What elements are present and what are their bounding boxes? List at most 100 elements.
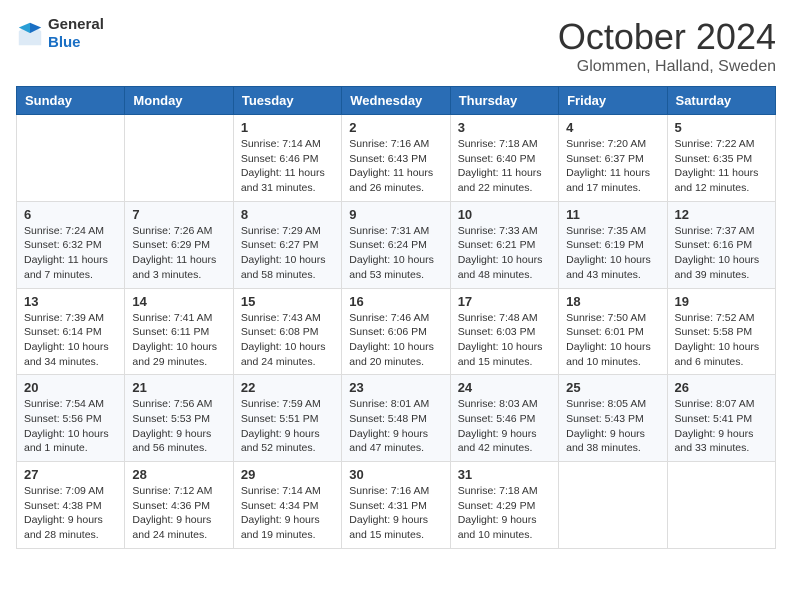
day-info: Sunrise: 7:37 AM Sunset: 6:16 PM Dayligh… (675, 224, 768, 283)
day-number: 3 (458, 120, 551, 135)
day-info: Sunrise: 7:22 AM Sunset: 6:35 PM Dayligh… (675, 137, 768, 196)
calendar-cell (125, 115, 233, 202)
day-info: Sunrise: 7:35 AM Sunset: 6:19 PM Dayligh… (566, 224, 659, 283)
day-number: 8 (241, 207, 334, 222)
calendar-cell: 1 Sunrise: 7:14 AM Sunset: 6:46 PM Daylig… (233, 115, 341, 202)
calendar-week-row: 27 Sunrise: 7:09 AM Sunset: 4:38 PM Dayli… (17, 462, 776, 549)
day-info: Sunrise: 7:18 AM Sunset: 6:40 PM Dayligh… (458, 137, 551, 196)
day-number: 20 (24, 380, 117, 395)
calendar-cell: 7 Sunrise: 7:26 AM Sunset: 6:29 PM Daylig… (125, 201, 233, 288)
day-info: Sunrise: 7:12 AM Sunset: 4:36 PM Dayligh… (132, 484, 225, 543)
day-info: Sunrise: 7:59 AM Sunset: 5:51 PM Dayligh… (241, 397, 334, 456)
calendar-cell: 17Sunrise: 7:48 AM Sunset: 6:03 PM Dayli… (450, 288, 558, 375)
calendar-cell: 27 Sunrise: 7:09 AM Sunset: 4:38 PM Dayli… (17, 462, 125, 549)
day-info: Sunrise: 7:41 AM Sunset: 6:11 PM Dayligh… (132, 311, 225, 370)
calendar-cell: 19Sunrise: 7:52 AM Sunset: 5:58 PM Dayli… (667, 288, 775, 375)
calendar-cell: 15Sunrise: 7:43 AM Sunset: 6:08 PM Dayli… (233, 288, 341, 375)
weekday-header-tuesday: Tuesday (233, 87, 341, 115)
calendar-cell: 13Sunrise: 7:39 AM Sunset: 6:14 PM Dayli… (17, 288, 125, 375)
day-info: Sunrise: 7:54 AM Sunset: 5:56 PM Dayligh… (24, 397, 117, 456)
calendar-week-row: 20 Sunrise: 7:54 AM Sunset: 5:56 PM Dayli… (17, 375, 776, 462)
day-info: Sunrise: 7:24 AM Sunset: 6:32 PM Dayligh… (24, 224, 117, 283)
page-header: General Blue October 2024 Glommen, Halla… (16, 16, 776, 76)
calendar-cell: 31 Sunrise: 7:18 AM Sunset: 4:29 PM Dayli… (450, 462, 558, 549)
day-info: Sunrise: 7:31 AM Sunset: 6:24 PM Dayligh… (349, 224, 442, 283)
day-number: 21 (132, 380, 225, 395)
calendar-cell: 28 Sunrise: 7:12 AM Sunset: 4:36 PM Dayli… (125, 462, 233, 549)
day-info: Sunrise: 7:48 AM Sunset: 6:03 PM Dayligh… (458, 311, 551, 370)
calendar-cell (667, 462, 775, 549)
day-number: 30 (349, 467, 442, 482)
calendar-cell (559, 462, 667, 549)
weekday-header-saturday: Saturday (667, 87, 775, 115)
day-info: Sunrise: 8:05 AM Sunset: 5:43 PM Dayligh… (566, 397, 659, 456)
day-info: Sunrise: 7:46 AM Sunset: 6:06 PM Dayligh… (349, 311, 442, 370)
calendar-cell: 3 Sunrise: 7:18 AM Sunset: 6:40 PM Daylig… (450, 115, 558, 202)
day-info: Sunrise: 7:52 AM Sunset: 5:58 PM Dayligh… (675, 311, 768, 370)
day-info: Sunrise: 7:16 AM Sunset: 6:43 PM Dayligh… (349, 137, 442, 196)
calendar-cell: 26 Sunrise: 8:07 AM Sunset: 5:41 PM Dayli… (667, 375, 775, 462)
calendar-cell: 16Sunrise: 7:46 AM Sunset: 6:06 PM Dayli… (342, 288, 450, 375)
calendar-cell: 2 Sunrise: 7:16 AM Sunset: 6:43 PM Daylig… (342, 115, 450, 202)
calendar-week-row: 6 Sunrise: 7:24 AM Sunset: 6:32 PM Daylig… (17, 201, 776, 288)
day-number: 31 (458, 467, 551, 482)
location: Glommen, Halland, Sweden (558, 58, 776, 76)
calendar-cell: 10 Sunrise: 7:33 AM Sunset: 6:21 PM Dayli… (450, 201, 558, 288)
weekday-header-friday: Friday (559, 87, 667, 115)
day-number: 24 (458, 380, 551, 395)
day-number: 14 (132, 294, 225, 309)
day-number: 25 (566, 380, 659, 395)
day-number: 10 (458, 207, 551, 222)
day-number: 4 (566, 120, 659, 135)
day-number: 13 (24, 294, 117, 309)
weekday-header-wednesday: Wednesday (342, 87, 450, 115)
day-number: 28 (132, 467, 225, 482)
calendar-cell: 30 Sunrise: 7:16 AM Sunset: 4:31 PM Dayli… (342, 462, 450, 549)
day-info: Sunrise: 7:14 AM Sunset: 6:46 PM Dayligh… (241, 137, 334, 196)
day-info: Sunrise: 7:56 AM Sunset: 5:53 PM Dayligh… (132, 397, 225, 456)
day-number: 23 (349, 380, 442, 395)
day-number: 29 (241, 467, 334, 482)
day-info: Sunrise: 7:09 AM Sunset: 4:38 PM Dayligh… (24, 484, 117, 543)
day-number: 9 (349, 207, 442, 222)
calendar-cell: 25 Sunrise: 8:05 AM Sunset: 5:43 PM Dayli… (559, 375, 667, 462)
calendar-cell: 11 Sunrise: 7:35 AM Sunset: 6:19 PM Dayli… (559, 201, 667, 288)
title-block: October 2024 Glommen, Halland, Sweden (558, 16, 776, 76)
logo: General Blue (16, 16, 104, 52)
day-info: Sunrise: 7:14 AM Sunset: 4:34 PM Dayligh… (241, 484, 334, 543)
day-info: Sunrise: 7:26 AM Sunset: 6:29 PM Dayligh… (132, 224, 225, 283)
day-number: 12 (675, 207, 768, 222)
calendar-cell: 8Sunrise: 7:29 AM Sunset: 6:27 PM Daylig… (233, 201, 341, 288)
day-info: Sunrise: 7:33 AM Sunset: 6:21 PM Dayligh… (458, 224, 551, 283)
calendar-cell: 23 Sunrise: 8:01 AM Sunset: 5:48 PM Dayli… (342, 375, 450, 462)
day-number: 7 (132, 207, 225, 222)
day-number: 2 (349, 120, 442, 135)
calendar-cell: 12 Sunrise: 7:37 AM Sunset: 6:16 PM Dayli… (667, 201, 775, 288)
month-title: October 2024 (558, 16, 776, 58)
day-number: 26 (675, 380, 768, 395)
day-info: Sunrise: 8:07 AM Sunset: 5:41 PM Dayligh… (675, 397, 768, 456)
weekday-header-thursday: Thursday (450, 87, 558, 115)
calendar-cell (17, 115, 125, 202)
day-info: Sunrise: 7:18 AM Sunset: 4:29 PM Dayligh… (458, 484, 551, 543)
day-number: 15 (241, 294, 334, 309)
calendar-cell: 14 Sunrise: 7:41 AM Sunset: 6:11 PM Dayli… (125, 288, 233, 375)
day-number: 22 (241, 380, 334, 395)
day-number: 27 (24, 467, 117, 482)
day-info: Sunrise: 7:16 AM Sunset: 4:31 PM Dayligh… (349, 484, 442, 543)
calendar-table: SundayMondayTuesdayWednesdayThursdayFrid… (16, 86, 776, 549)
calendar-cell: 20 Sunrise: 7:54 AM Sunset: 5:56 PM Dayli… (17, 375, 125, 462)
calendar-week-row: 1 Sunrise: 7:14 AM Sunset: 6:46 PM Daylig… (17, 115, 776, 202)
calendar-week-row: 13Sunrise: 7:39 AM Sunset: 6:14 PM Dayli… (17, 288, 776, 375)
calendar-cell: 9 Sunrise: 7:31 AM Sunset: 6:24 PM Daylig… (342, 201, 450, 288)
day-number: 6 (24, 207, 117, 222)
day-info: Sunrise: 7:20 AM Sunset: 6:37 PM Dayligh… (566, 137, 659, 196)
day-number: 11 (566, 207, 659, 222)
day-number: 18 (566, 294, 659, 309)
day-info: Sunrise: 8:01 AM Sunset: 5:48 PM Dayligh… (349, 397, 442, 456)
day-number: 5 (675, 120, 768, 135)
calendar-cell: 24Sunrise: 8:03 AM Sunset: 5:46 PM Dayli… (450, 375, 558, 462)
day-info: Sunrise: 7:50 AM Sunset: 6:01 PM Dayligh… (566, 311, 659, 370)
calendar-cell: 4 Sunrise: 7:20 AM Sunset: 6:37 PM Daylig… (559, 115, 667, 202)
day-number: 1 (241, 120, 334, 135)
